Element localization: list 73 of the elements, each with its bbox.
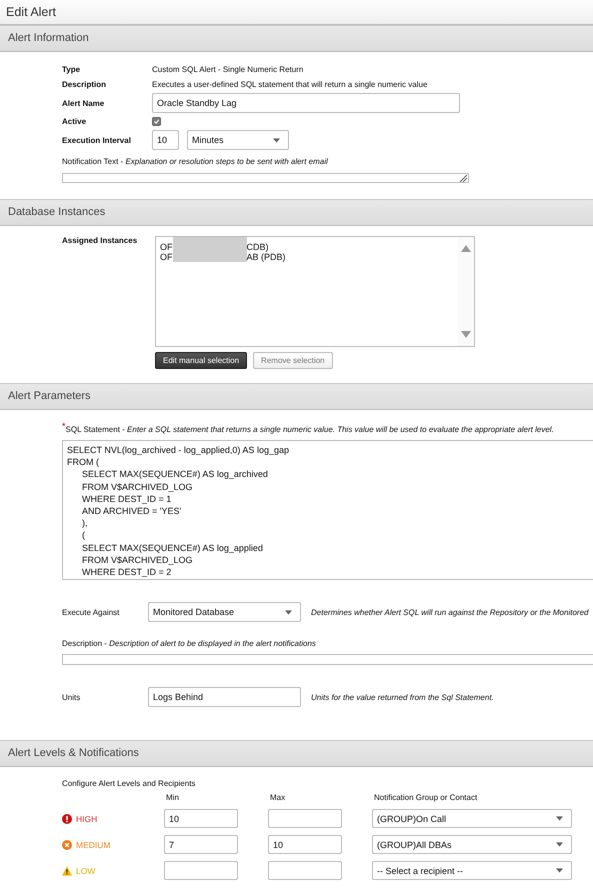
- code-line: FROM V$ARCHIVED_LOG: [81, 480, 193, 493]
- resize-grip-icon[interactable]: [459, 174, 467, 182]
- field-value: Executes a user-defined SQL statement that will return a single numeric value: [152, 80, 428, 89]
- edit-selection-button[interactable]: Edit manual selection: [155, 352, 248, 369]
- field-label: Units: [62, 692, 82, 702]
- section-header: Alert Information: [0, 25, 593, 52]
- dropdown[interactable]: (GROUP)On Call: [372, 809, 572, 828]
- code-line: AND ARCHIVED = 'YES': [81, 505, 182, 518]
- scroll-down-icon[interactable]: [461, 331, 471, 338]
- exclamation-icon: [62, 814, 72, 824]
- code-line: (: [81, 529, 85, 542]
- max-field[interactable]: [268, 861, 342, 880]
- description-field[interactable]: [62, 654, 593, 665]
- list-item[interactable]: OF AB (PDB): [160, 252, 454, 262]
- dropdown[interactable]: -- Select a recipient --: [372, 861, 572, 880]
- field-label: Execute Against: [62, 608, 120, 616]
- field-label: Type: [62, 65, 82, 74]
- name-field[interactable]: Oracle Standby Lag: [152, 93, 460, 113]
- notification-field[interactable]: [62, 173, 469, 183]
- field-label: Active: [62, 117, 88, 126]
- level-label: HIGH: [76, 814, 98, 824]
- section-intro: Configure Alert Levels and Recipients: [62, 779, 196, 788]
- code-line: WHERE DEST_ID = 1: [81, 492, 172, 506]
- code-line: FROM (: [67, 456, 99, 468]
- field-label: Description: [62, 80, 108, 89]
- code-line: SELECT MAX(SEQUENCE#) AS log_applied: [81, 542, 263, 554]
- required-mark: *: [62, 422, 66, 430]
- column-header: Notification Group or Contact: [373, 793, 478, 802]
- field-label: Description - Description of alert to be displayed in the alert notifications: [62, 639, 317, 648]
- sql-editor[interactable]: [62, 440, 593, 580]
- help-text: Determines whether Alert SQL will run against the Repository or the Monitored: [311, 608, 588, 616]
- dropdown[interactable]: Minutes: [187, 130, 289, 150]
- caret-icon: [556, 816, 563, 821]
- level-label: LOW: [76, 866, 96, 876]
- interval-field[interactable]: 10: [152, 130, 179, 150]
- dropdown[interactable]: Monitored Database: [148, 602, 301, 622]
- page-title: Edit Alert: [0, 0, 593, 25]
- code-line: WHERE DEST_ID = 2: [81, 566, 172, 578]
- checkbox[interactable]: [152, 117, 161, 126]
- min-field[interactable]: [164, 861, 238, 880]
- caret-icon: [556, 868, 563, 873]
- field-label: Assigned Instances: [62, 236, 138, 245]
- section-header: Database Instances: [0, 199, 593, 226]
- warning-icon: [62, 866, 72, 876]
- min-field[interactable]: 10: [164, 809, 238, 828]
- code-line: ),: [81, 517, 88, 530]
- max-field[interactable]: [268, 809, 342, 828]
- min-field[interactable]: 7: [164, 835, 238, 854]
- instance-list[interactable]: OF CDB) OF AB (PDB): [155, 236, 475, 347]
- list-item[interactable]: OF CDB): [160, 242, 454, 252]
- column-header: Max: [269, 793, 286, 802]
- column-header: Min: [165, 793, 180, 802]
- help-text: Units for the value returned from the Sql Statement.: [311, 692, 494, 702]
- field-label: Alert Name: [62, 98, 106, 108]
- caret-icon: [556, 842, 563, 847]
- dropdown[interactable]: (GROUP)All DBAs: [372, 835, 572, 854]
- caret-icon: [285, 610, 292, 614]
- section-header: Alert Levels & Notifications: [0, 740, 593, 767]
- remove-selection-button[interactable]: Remove selection: [253, 352, 333, 369]
- field-value: Custom SQL Alert - Single Numeric Return: [152, 65, 304, 74]
- max-field[interactable]: 10: [268, 835, 342, 854]
- scroll-up-icon[interactable]: [461, 245, 471, 252]
- caret-icon: [273, 138, 280, 142]
- units-field[interactable]: Logs Behind: [148, 687, 301, 707]
- level-label: MEDIUM: [76, 840, 110, 850]
- section-header: Alert Parameters: [0, 383, 593, 410]
- code-line: FROM V$ARCHIVED_LOG: [81, 554, 193, 566]
- code-line: SELECT NVL(log_archived - log_applied,0) AS log_gap: [67, 444, 289, 456]
- code-line: SELECT MAX(SEQUENCE#) AS log_archived: [81, 468, 268, 481]
- cross-icon: [62, 840, 72, 850]
- field-label: SQL Statement - Enter a SQL statement that returns a single numeric value. This value will be used to evaluate the appropriate alert level.: [66, 424, 554, 434]
- field-label: Execution Interval: [62, 136, 132, 144]
- field-label: Notification Text - Explanation or resolution steps to be sent with alert email: [62, 157, 329, 166]
